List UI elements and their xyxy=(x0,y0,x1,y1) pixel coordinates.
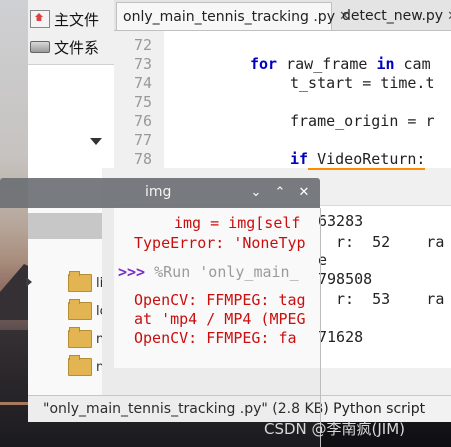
dropdown-arrow-icon[interactable] xyxy=(90,138,102,145)
tab-label: detect_new.py xyxy=(342,8,444,24)
sidebar-item-label: 文件系 xyxy=(54,38,100,57)
window-title: img xyxy=(145,184,172,200)
home-folder-icon xyxy=(30,10,50,28)
sidebar-item-home[interactable]: 主文件 xyxy=(30,9,99,29)
img-window-canvas xyxy=(0,208,321,447)
chevron-up-icon[interactable]: ⌃ xyxy=(270,182,290,202)
code-editor-window: only_main_tennis_tracking .py ✕ detect_n… xyxy=(114,0,451,170)
code-line: if VideoReturn: xyxy=(290,150,426,170)
overlay-text: 63283 xyxy=(318,212,364,230)
overlay-text: r: 53 ra xyxy=(336,290,445,308)
close-icon[interactable]: ✕ xyxy=(447,9,451,24)
code-line: for raw_frame in cam xyxy=(250,55,431,73)
tab-only-main-tennis-tracking[interactable]: only_main_tennis_tracking .py ✕ xyxy=(116,2,350,30)
sidebar-item-label: 主文件 xyxy=(54,10,100,29)
line-number-gutter: 72 73 74 75 76 77 78 xyxy=(114,31,164,168)
img-window[interactable]: img ⌄ ⌃ ✕ xyxy=(0,178,321,447)
sidebar-item-filesystem[interactable]: 文件系 xyxy=(30,37,99,57)
tab-label: only_main_tennis_tracking .py xyxy=(123,8,335,25)
tab-detect-new[interactable]: detect_new.py ✕ xyxy=(336,2,451,30)
line-number: 73 xyxy=(133,55,152,73)
code-text-area[interactable]: for raw_frame in cam t_start = time.t fr… xyxy=(164,31,451,170)
editor-tab-bar: only_main_tennis_tracking .py ✕ detect_n… xyxy=(114,0,451,31)
chevron-down-icon[interactable]: ⌄ xyxy=(246,182,266,202)
overlay-text: 71628 xyxy=(318,328,364,346)
line-number: 76 xyxy=(133,112,152,130)
line-number: 72 xyxy=(133,36,152,54)
line-number: 75 xyxy=(133,93,152,111)
code-line: t_start = time.t xyxy=(290,74,435,92)
code-line: frame_origin = r xyxy=(290,112,435,130)
overlay-text: r: 52 ra xyxy=(336,233,445,251)
line-number: 74 xyxy=(133,74,152,92)
line-number: 78 xyxy=(133,150,152,168)
file-manager-sidebar: 主文件 文件系 xyxy=(28,0,114,65)
drive-icon xyxy=(30,41,50,53)
watermark-text: CSDN @李南疯(JIM) xyxy=(264,420,406,438)
line-number: 77 xyxy=(133,131,152,149)
overlay-text: 798508 xyxy=(318,270,373,288)
close-icon[interactable]: ✕ xyxy=(294,182,314,202)
